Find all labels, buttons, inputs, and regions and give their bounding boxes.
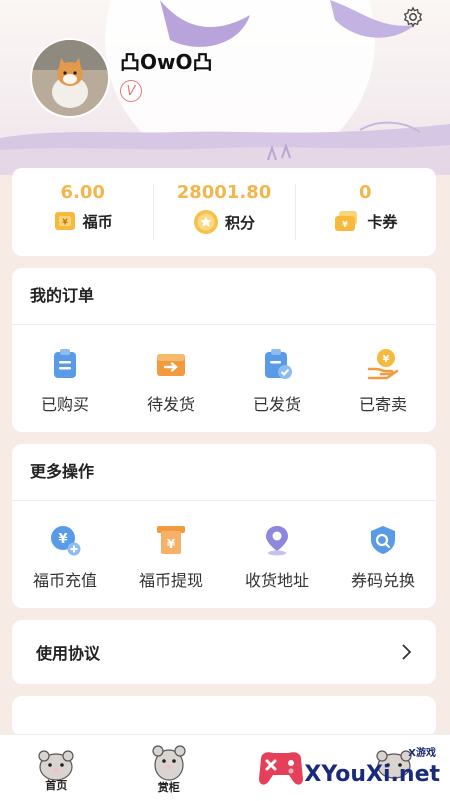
action-label: 福币提现 bbox=[139, 567, 203, 591]
watermark-small: X游戏 bbox=[408, 744, 436, 759]
next-row-card bbox=[12, 696, 436, 736]
stat-value: 0 bbox=[359, 182, 372, 203]
my-orders-card: 我的订单 已购买 待发货 bbox=[12, 268, 436, 432]
redeem-icon bbox=[366, 523, 400, 557]
coupon-icon: ¥ bbox=[333, 209, 361, 233]
stat-value: 28001.80 bbox=[177, 182, 272, 203]
svg-text:¥: ¥ bbox=[58, 532, 67, 547]
action-withdraw[interactable]: ¥ 福币提现 bbox=[118, 523, 224, 591]
points-star-icon bbox=[193, 209, 219, 235]
action-recharge[interactable]: ¥ 福币充值 bbox=[12, 523, 118, 591]
svg-text:¥: ¥ bbox=[343, 220, 349, 229]
more-title: 更多操作 bbox=[12, 444, 436, 501]
order-pending-shipment[interactable]: 待发货 bbox=[118, 347, 224, 415]
location-icon bbox=[260, 523, 294, 557]
watermark-text: XYouXi.net bbox=[304, 762, 440, 787]
order-label: 已寄卖 bbox=[359, 391, 407, 415]
stat-value: 6.00 bbox=[60, 182, 104, 203]
tab-home[interactable]: 首页 bbox=[0, 735, 113, 801]
action-label: 福币充值 bbox=[33, 567, 97, 591]
order-consigned[interactable]: ¥ 已寄卖 bbox=[330, 347, 436, 415]
chevron-right-icon bbox=[400, 643, 412, 661]
coin-card-icon: ¥ bbox=[53, 209, 77, 233]
order-label: 已购买 bbox=[41, 391, 89, 415]
stat-coupons[interactable]: 0 ¥ 卡券 bbox=[295, 168, 436, 256]
vip-badge: V bbox=[120, 80, 142, 102]
more-actions-card: 更多操作 ¥ 福币充值 ¥ 福币提现 收货地址 bbox=[12, 444, 436, 608]
stat-label: 卡券 bbox=[367, 211, 397, 232]
stat-fubi[interactable]: 6.00 ¥ 福币 bbox=[12, 168, 153, 256]
user-agreement-row[interactable]: 使用协议 bbox=[12, 620, 436, 684]
stat-label: 积分 bbox=[225, 212, 255, 233]
agreement-label: 使用协议 bbox=[36, 640, 100, 664]
action-label: 收货地址 bbox=[245, 567, 309, 591]
order-shipped[interactable]: 已发货 bbox=[224, 347, 330, 415]
consign-icon: ¥ bbox=[366, 347, 400, 381]
shipped-icon bbox=[260, 347, 294, 381]
cat-avatar-image bbox=[32, 40, 108, 116]
box-arrow-icon bbox=[154, 347, 188, 381]
tab-label: 赏柜 bbox=[158, 779, 180, 795]
tab-label: 首页 bbox=[45, 777, 67, 793]
stat-points[interactable]: 28001.80 积分 bbox=[153, 168, 294, 256]
svg-text:¥: ¥ bbox=[62, 218, 68, 227]
svg-text:¥: ¥ bbox=[167, 537, 176, 551]
profile-header: 凸OwO凸 V bbox=[0, 0, 450, 175]
gamepad-icon bbox=[253, 743, 309, 793]
tab-cabinet[interactable]: 赏柜 bbox=[113, 735, 226, 801]
clipboard-icon bbox=[48, 347, 82, 381]
orders-title: 我的订单 bbox=[12, 268, 436, 325]
action-redeem[interactable]: 券码兑换 bbox=[330, 523, 436, 591]
recharge-icon: ¥ bbox=[48, 523, 82, 557]
order-label: 已发货 bbox=[253, 391, 301, 415]
order-purchased[interactable]: 已购买 bbox=[12, 347, 118, 415]
wallet-stats-card: 6.00 ¥ 福币 28001.80 积分 0 ¥ bbox=[12, 168, 436, 256]
avatar[interactable] bbox=[32, 40, 108, 116]
username: 凸OwO凸 bbox=[120, 46, 212, 75]
svg-text:¥: ¥ bbox=[383, 354, 390, 365]
gear-icon[interactable] bbox=[402, 6, 424, 28]
stat-label: 福币 bbox=[83, 211, 113, 232]
action-address[interactable]: 收货地址 bbox=[224, 523, 330, 591]
order-label: 待发货 bbox=[147, 391, 195, 415]
withdraw-icon: ¥ bbox=[154, 523, 188, 557]
action-label: 券码兑换 bbox=[351, 567, 415, 591]
